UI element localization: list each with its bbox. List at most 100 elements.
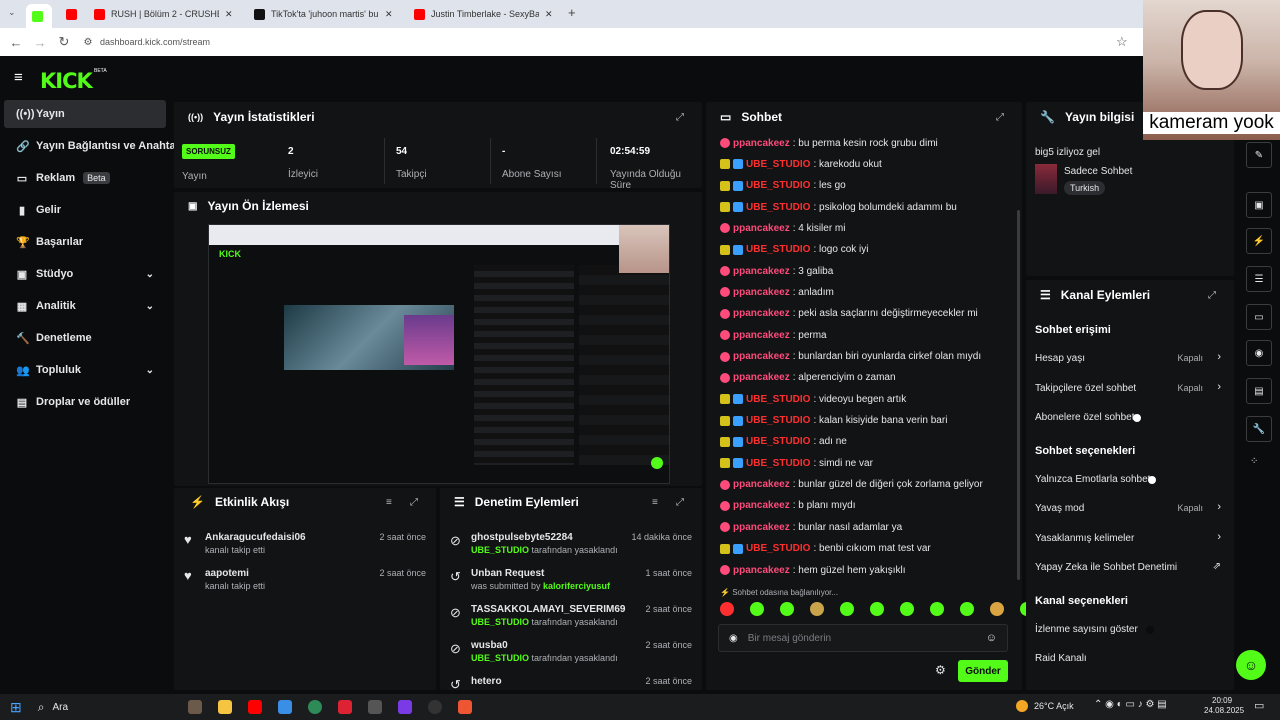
chat-username[interactable]: UBE_STUDIO (746, 180, 810, 191)
app-icon[interactable] (278, 700, 293, 714)
expand-icon[interactable]: ⤢ (676, 112, 684, 123)
chat-username[interactable]: ppancakeez (733, 500, 790, 511)
chat-username[interactable]: UBE_STUDIO (746, 458, 810, 469)
chat-input[interactable]: ◉ Bir mesaj gönderin ☺ (718, 624, 1008, 652)
hamburger-menu-icon[interactable]: ≡ (14, 69, 23, 86)
chat-username[interactable]: ppancakeez (733, 565, 790, 576)
channel-option[interactable]: Yapay Zeka ile Sohbet Denetimi ⇗ (1035, 561, 1225, 579)
lightning-icon[interactable]: ⚡ (1246, 228, 1272, 254)
chat-username[interactable]: UBE_STUDIO (746, 394, 810, 405)
channel-option[interactable]: Hesap yaşı Kapalı › (1035, 351, 1225, 370)
notifications-icon[interactable]: ▭ (1254, 699, 1264, 712)
sidebar-item-gelir[interactable]: ▮ Gelir (4, 196, 166, 224)
apps-icon[interactable]: ⁘ (1250, 456, 1258, 467)
close-icon[interactable]: ✕ (385, 9, 393, 20)
chat-icon[interactable]: ▭ (1246, 304, 1272, 330)
sidebar-item-stream-key[interactable]: 🔗 Yayın Bağlantısı ve Anahtar (4, 132, 180, 160)
clock-date[interactable]: 24.08.2025 (1204, 706, 1244, 715)
forward-icon[interactable]: → (28, 35, 52, 50)
moderation-item[interactable]: ⊘ wusba0 2 saat önce UBE_STUDIO tarafında… (450, 640, 694, 674)
sidebar-item-reklam[interactable]: ▭ Reklam Beta (4, 164, 166, 192)
wrench-icon[interactable]: 🔧 (1246, 416, 1272, 442)
clock-time[interactable]: 20:09 (1212, 696, 1232, 705)
browser-tab-kick[interactable] (26, 4, 52, 28)
app-icon[interactable] (338, 700, 353, 714)
video-icon[interactable]: ▣ (1246, 192, 1272, 218)
sidebar-item-basarilar[interactable]: 🏆 Başarılar (4, 228, 166, 256)
url-field[interactable]: dashboard.kick.com/stream (100, 37, 210, 47)
chat-scrollbar[interactable] (1017, 210, 1020, 580)
chat-username[interactable]: ppancakeez (733, 308, 790, 319)
youtube-app-icon[interactable] (248, 700, 263, 714)
browser-tab-rush[interactable]: RUSH | Bölüm 2 - CRUSHERS'la ✕ (88, 4, 244, 24)
expand-icon[interactable]: ⤢ (1208, 290, 1216, 301)
chat-username[interactable]: UBE_STUDIO (746, 159, 810, 170)
app-icon[interactable] (398, 700, 413, 714)
support-chat-icon[interactable]: ☺ (1236, 650, 1266, 680)
sidebar-item-yayin[interactable]: ((•)) Yayın (4, 100, 166, 128)
channel-option[interactable]: İzlenme sayısını göster (1035, 623, 1225, 641)
windows-start-icon[interactable]: ⊞ (10, 699, 22, 716)
moderation-item[interactable]: ⊘ TASSAKKOLAMAYI_SEVERIM69 2 saat önce UB… (450, 604, 694, 638)
category-name[interactable]: Sadece Sohbet (1064, 166, 1132, 177)
filter-icon[interactable]: ≡ (386, 497, 392, 508)
app-icon[interactable] (368, 700, 383, 714)
moderation-user[interactable]: wusba0 (471, 640, 508, 651)
moderation-actor[interactable]: UBE_STUDIO (471, 617, 529, 627)
chat-username[interactable]: ppancakeez (733, 266, 790, 277)
browser-tab-tiktok[interactable]: TikTok'ta 'juhoon martis' bulabi ✕ (248, 4, 404, 24)
folder-icon[interactable] (218, 700, 233, 714)
sidebar-item-droplar[interactable]: ▤ Droplar ve ödüller (4, 388, 166, 416)
reload-icon[interactable]: ↻ (52, 34, 76, 50)
taskbar-search[interactable]: Ara (52, 702, 68, 713)
sidebar-item-studyo[interactable]: ▣ Stüdyo ⌄ (4, 260, 166, 288)
emote-icon[interactable] (960, 602, 974, 616)
obs-icon[interactable] (428, 700, 443, 714)
expand-icon[interactable]: ⤢ (410, 497, 418, 508)
chat-username[interactable]: UBE_STUDIO (746, 202, 810, 213)
emote-icon[interactable] (720, 602, 734, 616)
emote-icon[interactable] (870, 602, 884, 616)
site-info-icon[interactable]: ⚙ (76, 37, 100, 48)
expand-icon[interactable]: ⤢ (996, 112, 1004, 123)
chat-username[interactable]: ppancakeez (733, 351, 790, 362)
chat-username[interactable]: ppancakeez (733, 287, 790, 298)
close-icon[interactable]: ✕ (225, 9, 233, 20)
moderation-actor[interactable]: UBE_STUDIO (471, 545, 529, 555)
emote-icon[interactable] (900, 602, 914, 616)
moderation-user[interactable]: hetero (471, 676, 502, 687)
expand-icon[interactable]: ⤢ (676, 497, 684, 508)
emote-icon[interactable] (780, 602, 794, 616)
moderation-item[interactable]: ⊘ ghostpulsebyte52284 14 dakika önce UBE_… (450, 532, 694, 566)
channel-option[interactable]: Yavaş mod Kapalı › (1035, 501, 1225, 520)
external-link-icon[interactable]: ⇗ (1213, 561, 1221, 572)
weather-text[interactable]: 26°C Açık (1034, 701, 1074, 711)
chat-settings-icon[interactable]: ◉ (729, 633, 738, 644)
chat-username[interactable]: ppancakeez (733, 223, 790, 234)
emote-icon[interactable] (930, 602, 944, 616)
emote-icon[interactable] (840, 602, 854, 616)
layout-icon[interactable]: ▤ (1246, 378, 1272, 404)
chat-username[interactable]: ppancakeez (733, 522, 790, 533)
emote-icon[interactable] (990, 602, 1004, 616)
chat-username[interactable]: UBE_STUDIO (746, 244, 810, 255)
chat-username[interactable]: ppancakeez (733, 138, 790, 149)
list-icon[interactable]: ☰ (1246, 266, 1272, 292)
app-icon[interactable] (458, 700, 473, 714)
sidebar-item-denetleme[interactable]: 🔨 Denetleme (4, 324, 166, 352)
moderation-actor[interactable]: UBE_STUDIO (471, 653, 529, 663)
emoji-icon[interactable]: ☺ (986, 632, 997, 644)
bookmark-star-icon[interactable]: ☆ (1116, 34, 1128, 50)
back-icon[interactable]: ← (4, 35, 28, 50)
pencil-icon[interactable]: ✎ (1246, 142, 1272, 168)
emote-icon[interactable] (810, 602, 824, 616)
gear-icon[interactable]: ⚙ (935, 663, 946, 677)
sidebar-item-analitik[interactable]: ▦ Analitik ⌄ (4, 292, 166, 320)
channel-option[interactable]: Yalnızca Emotlarla sohbet (1035, 473, 1225, 491)
chat-username[interactable]: UBE_STUDIO (746, 543, 810, 554)
filter-icon[interactable]: ≡ (652, 497, 658, 508)
channel-option[interactable]: Abonelere özel sohbet (1035, 411, 1225, 429)
chat-username[interactable]: UBE_STUDIO (746, 415, 810, 426)
kick-logo[interactable]: KICK (40, 69, 93, 93)
moderation-actor[interactable]: kaloriferciyusuf (543, 581, 610, 591)
